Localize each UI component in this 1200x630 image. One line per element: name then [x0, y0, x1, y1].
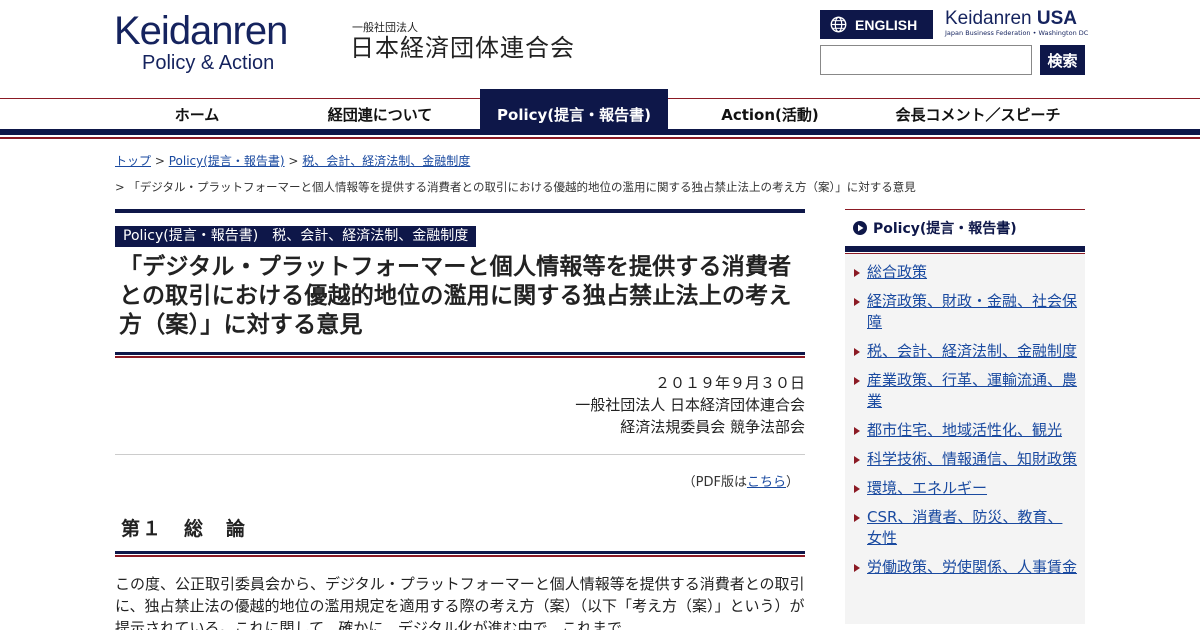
arrow-icon — [853, 370, 867, 391]
sidebar-link[interactable]: 科学技術、情報通信、知財政策 — [867, 449, 1077, 470]
sidebar-heading-label: Policy(提言・報告書) — [873, 221, 1017, 237]
arrow-icon — [853, 262, 867, 283]
english-label: ENGLISH — [855, 16, 918, 33]
article-date: ２０１９年９月３０日 — [654, 374, 805, 392]
breadcrumb: トップ > Policy(提言・報告書) > 税、会計、経済法制、金融制度 > … — [115, 154, 1015, 194]
org-name-block: 一般社団法人 日本経済団体連合会 — [350, 21, 575, 63]
breadcrumb-current: > 「デジタル・プラットフォーマーと個人情報等を提供する消費者との取引における優… — [115, 180, 916, 194]
sidebar-link[interactable]: 総合政策 — [867, 262, 927, 283]
sidebar-item: 科学技術、情報通信、知財政策 — [853, 449, 1077, 470]
sidebar-link[interactable]: CSR、消費者、防災、教育、女性 — [867, 507, 1077, 549]
english-button[interactable]: ENGLISH — [820, 10, 933, 39]
sidebar-link[interactable]: 経済政策、財政・金融、社会保障 — [867, 291, 1077, 333]
main-nav: ホーム 経団連について Policy(提言・報告書) Action(活動) 会長… — [114, 99, 1084, 129]
divider — [115, 454, 805, 455]
page-title: 「デジタル・プラットフォーマーと個人情報等を提供する消費者との取引における優越的… — [119, 254, 792, 338]
logo-wordmark: Keidanren — [114, 9, 288, 53]
sidebar-item: 環境、エネルギー — [853, 478, 1077, 499]
play-circle-icon — [853, 221, 867, 235]
globe-icon — [830, 16, 847, 33]
nav-item-about[interactable]: 経団連について — [280, 99, 480, 129]
keidanren-usa-link[interactable]: Keidanren USA Japan Business Federation … — [945, 9, 1089, 38]
nav-active-tab-cap — [480, 89, 668, 99]
sidebar-item: 総合政策 — [853, 262, 1077, 283]
title-bottom-rule — [115, 352, 805, 358]
arrow-icon — [853, 341, 867, 362]
breadcrumb-sep: > — [284, 154, 303, 168]
usa-tagline: Japan Business Federation • Washington D… — [945, 29, 1089, 37]
pdf-suffix: ） — [785, 475, 799, 490]
sidebar-item: 都市住宅、地域活性化、観光 — [853, 420, 1077, 441]
usa-wordmark-a: Keidanren — [945, 8, 1032, 29]
arrow-icon — [853, 291, 867, 312]
breadcrumb-tax[interactable]: 税、会計、経済法制、金融制度 — [302, 154, 470, 168]
sidebar-link[interactable]: 労働政策、労使関係、人事賃金 — [867, 557, 1077, 578]
org-name: 日本経済団体連合会 — [350, 34, 575, 62]
arrow-icon — [853, 557, 867, 578]
arrow-icon — [853, 478, 867, 499]
breadcrumb-top[interactable]: トップ — [115, 154, 151, 168]
sidebar-link[interactable]: 産業政策、行革、運輸流通、農業 — [867, 370, 1077, 412]
article-meta: ２０１９年９月３０日 一般社団法人 日本経済団体連合会 経済法規委員会 競争法部… — [115, 372, 805, 438]
search-input[interactable] — [820, 45, 1032, 75]
arrow-icon — [853, 507, 867, 528]
sidebar-item: 労働政策、労使関係、人事賃金 — [853, 557, 1077, 578]
pdf-link[interactable]: こちら — [747, 475, 786, 490]
sidebar-link[interactable]: 都市住宅、地域活性化、観光 — [867, 420, 1062, 441]
usa-wordmark-b: USA — [1036, 8, 1078, 29]
sidebar-link[interactable]: 税、会計、経済法制、金融制度 — [867, 341, 1077, 362]
org-type-label: 一般社団法人 — [352, 21, 418, 34]
breadcrumb-policy[interactable]: Policy(提言・報告書) — [169, 154, 285, 168]
sidebar-item: 産業政策、行革、運輸流通、農業 — [853, 370, 1077, 412]
arrow-icon — [853, 420, 867, 441]
body-paragraph: この度、公正取引委員会から、デジタル・プラットフォーマーと個人情報等を提供する消… — [115, 575, 805, 630]
sidebar-link[interactable]: 環境、エネルギー — [867, 478, 987, 499]
sidebar-item: CSR、消費者、防災、教育、女性 — [853, 507, 1077, 549]
nav-item-action[interactable]: Action(活動) — [668, 99, 872, 129]
sidebar-item: 経済政策、財政・金融、社会保障 — [853, 291, 1077, 333]
section-heading: 第１ 総 論 — [121, 518, 248, 540]
sidebar-list: 総合政策 経済政策、財政・金融、社会保障 税、会計、経済法制、金融制度 産業政策… — [845, 254, 1085, 624]
site-header: Keidanren Policy & Action 一般社団法人 日本経済団体連… — [0, 0, 1200, 98]
main-content: Policy(提言・報告書) 税、会計、経済法制、金融制度 「デジタル・プラット… — [115, 209, 805, 630]
nav-bottom-accent — [0, 137, 1200, 139]
article-committee: 経済法規委員会 競争法部会 — [620, 418, 805, 436]
sidebar-heading[interactable]: Policy(提言・報告書) — [845, 210, 1085, 246]
pdf-note: （PDF版はこちら） — [115, 471, 805, 490]
arrow-icon — [853, 449, 867, 470]
section-rule — [115, 551, 805, 557]
category-tag: Policy(提言・報告書) 税、会計、経済法制、金融制度 — [115, 226, 477, 247]
keidanren-logo[interactable]: Keidanren Policy & Action — [114, 10, 314, 74]
breadcrumb-sep: > — [151, 154, 169, 168]
logo-tagline: Policy & Action — [142, 52, 275, 74]
usa-wordmark: Keidanren USA — [945, 9, 1088, 29]
nav-bottom-gap — [0, 135, 1200, 136]
search-button[interactable]: 検索 — [1040, 45, 1085, 75]
article-org: 一般社団法人 日本経済団体連合会 — [575, 396, 805, 414]
title-top-rule — [115, 209, 805, 213]
sidebar-item: 税、会計、経済法制、金融制度 — [853, 341, 1077, 362]
nav-item-comments[interactable]: 会長コメント／スピーチ — [872, 99, 1084, 129]
nav-item-home[interactable]: ホーム — [114, 99, 280, 129]
pdf-prefix: （PDF版は — [682, 475, 747, 490]
sidebar: Policy(提言・報告書) 総合政策 経済政策、財政・金融、社会保障 税、会計… — [845, 209, 1085, 624]
nav-item-policy[interactable]: Policy(提言・報告書) — [480, 99, 668, 129]
